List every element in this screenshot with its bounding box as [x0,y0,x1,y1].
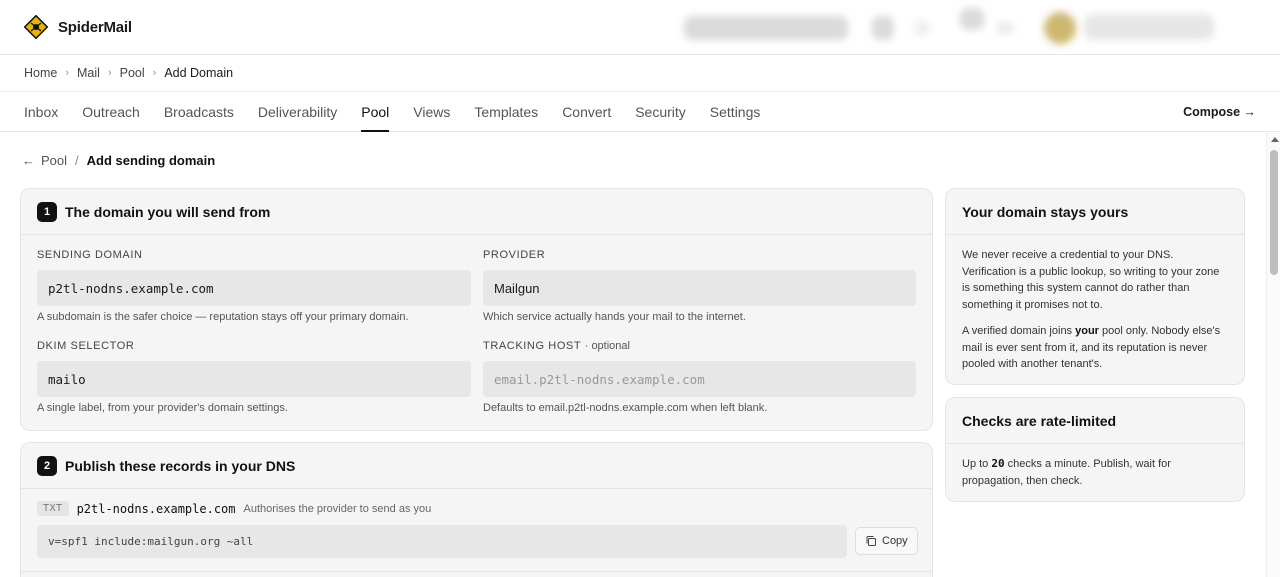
domain-ownership-text-2: A verified domain joins your pool only. … [962,325,1221,370]
rate-limit-body: Up to 20 checks a minute. Publish, wait … [946,444,1244,501]
tab-views[interactable]: Views [413,92,450,131]
scrollbar-thumb[interactable] [1270,150,1278,275]
tab-deliverability[interactable]: Deliverability [258,92,337,131]
tracking-host-label: TRACKING HOST · optional [483,340,630,352]
record-host: p2tl-nodns.example.com [76,501,236,516]
blurred-icon [960,8,984,30]
sending-domain-label: SENDING DOMAIN [37,249,143,261]
dkim-selector-hint: A single label, from your provider's dom… [37,402,288,414]
dns-records-card: 2 Publish these records in your DNS TXT … [20,442,933,577]
domain-ownership-header: Your domain stays yours [946,189,1244,235]
provider-label: PROVIDER [483,249,546,261]
domain-ownership-card: Your domain stays yours We never receive… [945,188,1245,385]
record-divider [21,571,932,572]
rate-limit-title: Checks are rate-limited [962,412,1117,429]
dns-records-title: Publish these records in your DNS [65,457,296,474]
breadcrumb-mail[interactable]: Mail [77,66,100,80]
provider-select[interactable]: Mailgun [483,270,916,306]
content-scrollbar[interactable] [1266,133,1280,577]
app-name: SpiderMail [58,18,132,36]
dkim-selector-label: DKIM SELECTOR [37,340,135,352]
domain-ownership-title: Your domain stays yours [962,203,1129,220]
provider-hint: Which service actually hands your mail t… [483,311,746,323]
blurred-account [1084,14,1214,40]
rate-limit-text: Up to 20 checks a minute. Publish, wait … [962,457,1171,487]
main-tabs: Inbox Outreach Broadcasts Deliverability… [0,92,1280,132]
record-type-badge: TXT [37,501,69,516]
chevron-right-icon: › [65,67,70,79]
domain-card-header: 1 The domain you will send from [21,189,932,235]
tracking-host-hint: Defaults to email.p2tl-nodns.example.com… [483,402,768,414]
record-value-field[interactable]: v=spf1 include:mailgun.org ~all [37,525,847,558]
spider-logo-icon [24,15,48,39]
sending-domain-hint: A subdomain is the safer choice — reputa… [37,311,409,323]
title-separator: / [75,153,79,168]
domain-ownership-text-1: We never receive a credential to your DN… [962,249,1220,311]
breadcrumb-current: Add Domain [164,66,234,80]
breadcrumb-home[interactable]: Home [24,66,57,80]
domain-ownership-body: We never receive a credential to your DN… [946,235,1244,384]
optional-tag: · optional [584,340,630,352]
back-to-pool-link[interactable]: Pool [41,153,67,168]
chevron-right-icon: › [107,67,112,79]
copy-icon [866,536,876,546]
dns-record-header: TXT p2tl-nodns.example.com Authorises th… [37,501,431,516]
tab-broadcasts[interactable]: Broadcasts [164,92,234,131]
copy-label: Copy [882,535,908,547]
arrow-left-icon[interactable]: ← [22,153,35,168]
top-bar: SpiderMail [0,0,1280,55]
page-header: ← Pool / Add sending domain [22,153,215,168]
blurred-search [684,16,848,40]
domain-card: 1 The domain you will send from SENDING … [20,188,933,431]
blurred-icon [914,20,930,36]
domain-card-title: The domain you will send from [65,203,271,220]
tab-templates[interactable]: Templates [474,92,538,131]
step-badge: 2 [37,455,57,476]
rate-limit-card: Checks are rate-limited Up to 20 checks … [945,397,1245,502]
blurred-avatar [1044,12,1076,44]
page-title: Add sending domain [86,153,216,168]
dkim-selector-input[interactable]: mailo [37,361,471,397]
tab-settings[interactable]: Settings [710,92,761,131]
sending-domain-input[interactable]: p2tl-nodns.example.com [37,270,471,306]
tab-security[interactable]: Security [635,92,686,131]
tab-inbox[interactable]: Inbox [24,92,58,131]
app-logo[interactable]: SpiderMail [24,15,132,39]
rate-limit-header: Checks are rate-limited [946,398,1244,444]
tab-pool[interactable]: Pool [361,92,390,132]
blurred-icon [872,16,894,40]
breadcrumb-pool[interactable]: Pool [120,66,145,80]
record-description: Authorises the provider to send as you [243,502,432,515]
tracking-host-label-text: TRACKING HOST [483,340,582,352]
compose-button[interactable]: Compose → [1183,92,1256,132]
scroll-up-arrow-icon[interactable] [1271,137,1279,142]
breadcrumb: Home › Mail › Pool › Add Domain [0,55,1280,92]
copy-record-button[interactable]: Copy [855,527,918,555]
tab-outreach[interactable]: Outreach [82,92,140,131]
tab-convert[interactable]: Convert [562,92,611,131]
main-content: ← Pool / Add sending domain 1 The domain… [0,133,1266,577]
dns-records-header: 2 Publish these records in your DNS [21,443,932,489]
tracking-host-input[interactable]: email.p2tl-nodns.example.com [483,361,916,397]
step-badge: 1 [37,201,57,222]
blurred-icon [996,22,1014,34]
chevron-right-icon: › [152,67,157,79]
